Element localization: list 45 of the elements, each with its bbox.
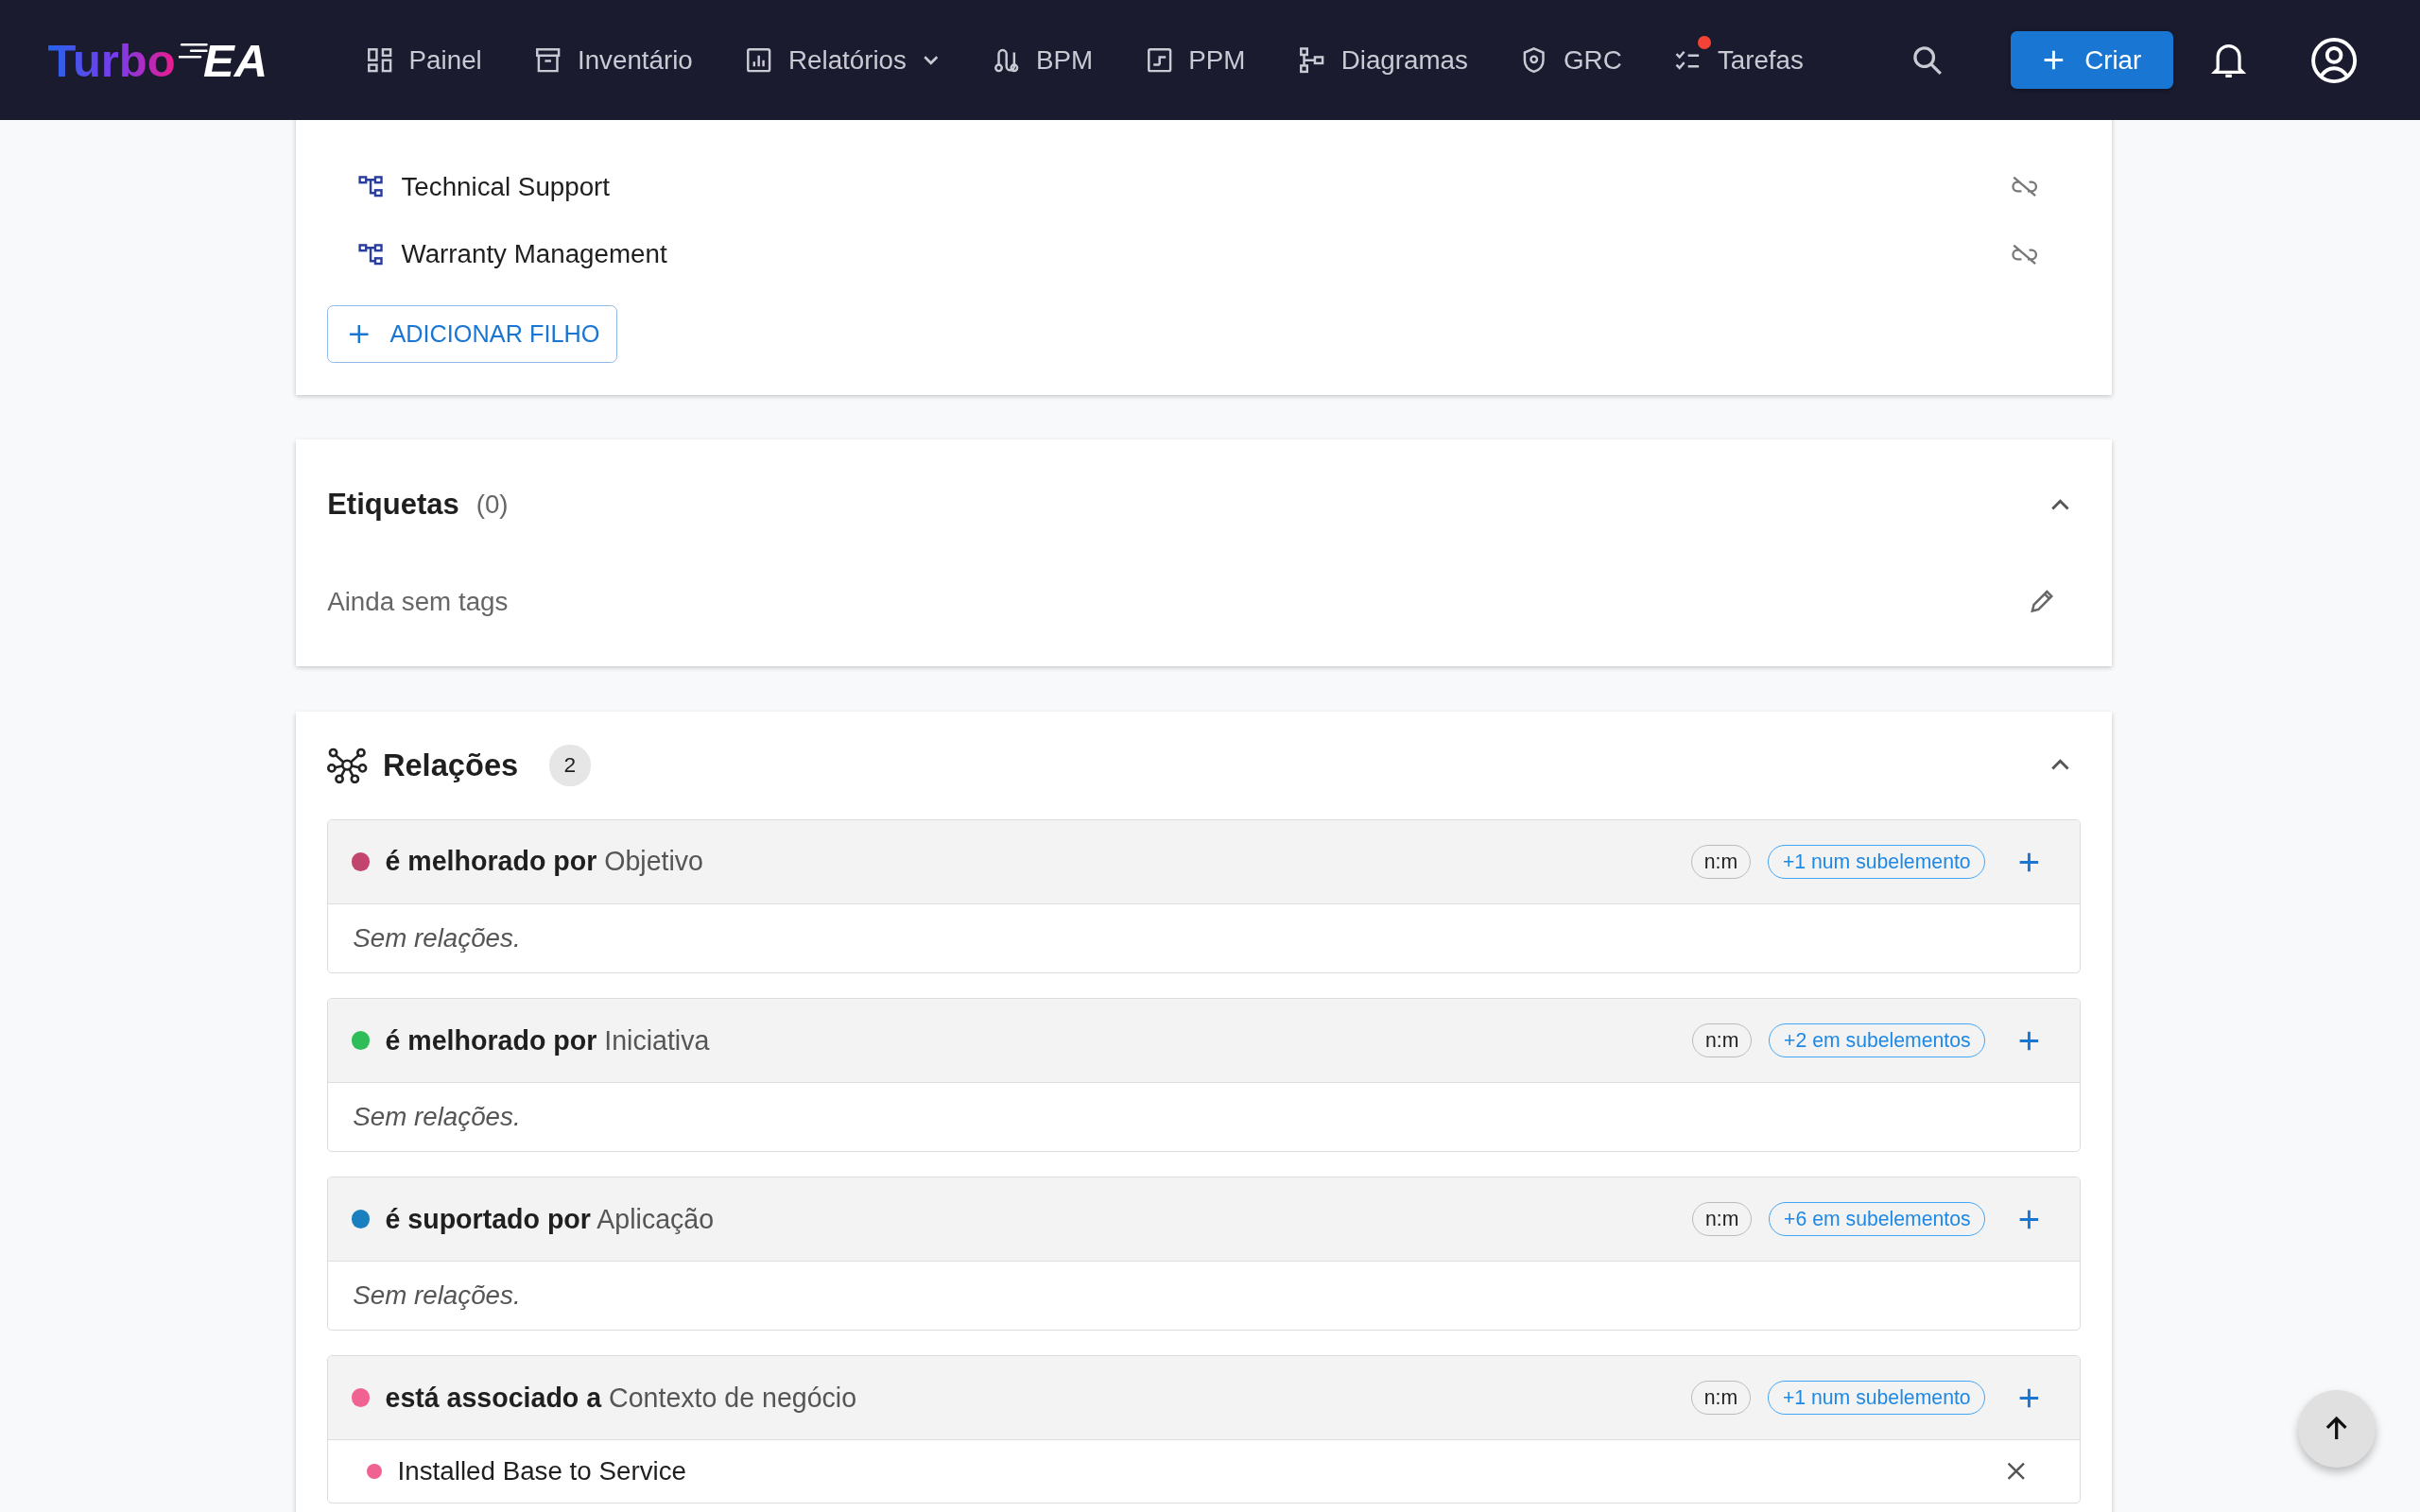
unlink-icon[interactable] [2011,243,2039,266]
relation-type: está associado a Contexto de negócio [385,1382,857,1414]
nav-item[interactable]: Inventário [508,35,719,85]
scroll-to-top-button[interactable] [2298,1390,2376,1468]
account-icon[interactable] [2308,35,2359,85]
plus-icon [349,324,369,344]
tag-count: (0) [475,489,509,520]
archive-box-icon [534,46,562,75]
section-title: Etiquetas [327,487,459,522]
close-icon[interactable] [2007,1462,2026,1481]
create-button[interactable]: Criar [2011,31,2173,89]
nav-item[interactable]: Diagramas [1271,35,1495,85]
relation-type: é suportado por Aplicação [385,1203,715,1235]
child-item-name[interactable]: Technical Support [401,171,611,202]
project-icon [1145,46,1174,75]
nav-item[interactable]: PPM [1118,35,1272,85]
diagram-icon [1298,46,1326,75]
route-icon [993,46,1021,75]
nav-item[interactable]: BPM [966,35,1119,85]
nav-item[interactable]: Tarefas [1648,35,1830,85]
relation-type: é melhorado por Iniciativa [385,1024,710,1057]
network-icon [327,747,368,784]
hierarchy-icon [357,243,385,266]
add-icon[interactable] [2017,1386,2040,1409]
empty-relations-text: Sem relações. [353,1102,521,1133]
plus-icon [2043,49,2065,72]
relation-count: 2 [548,744,591,786]
nav-item[interactable]: Relatórios [718,35,967,85]
add-icon[interactable] [2017,850,2040,873]
empty-relations-text: Sem relações. [353,922,521,954]
add-icon[interactable] [2017,1208,2040,1230]
empty-relations-text: Sem relações. [353,1280,521,1312]
add-child-button[interactable]: ADICIONAR FILHO [327,305,618,363]
nav-item[interactable]: GRC [1494,35,1649,85]
section-title: Relações [382,747,519,783]
unlink-icon[interactable] [2011,176,2039,198]
bar-chart-icon [745,46,773,75]
empty-tags-text: Ainda sem tags [327,586,509,617]
relation-type: é melhorado por Objetivo [385,846,703,878]
child-item-name[interactable]: Warranty Management [401,239,667,270]
dashboard-icon [365,46,394,75]
hierarchy-icon [357,175,385,198]
add-icon[interactable] [2017,1029,2040,1052]
nav-item[interactable]: Painel [339,35,509,85]
related-item-name[interactable]: Installed Base to Service [397,1455,686,1486]
